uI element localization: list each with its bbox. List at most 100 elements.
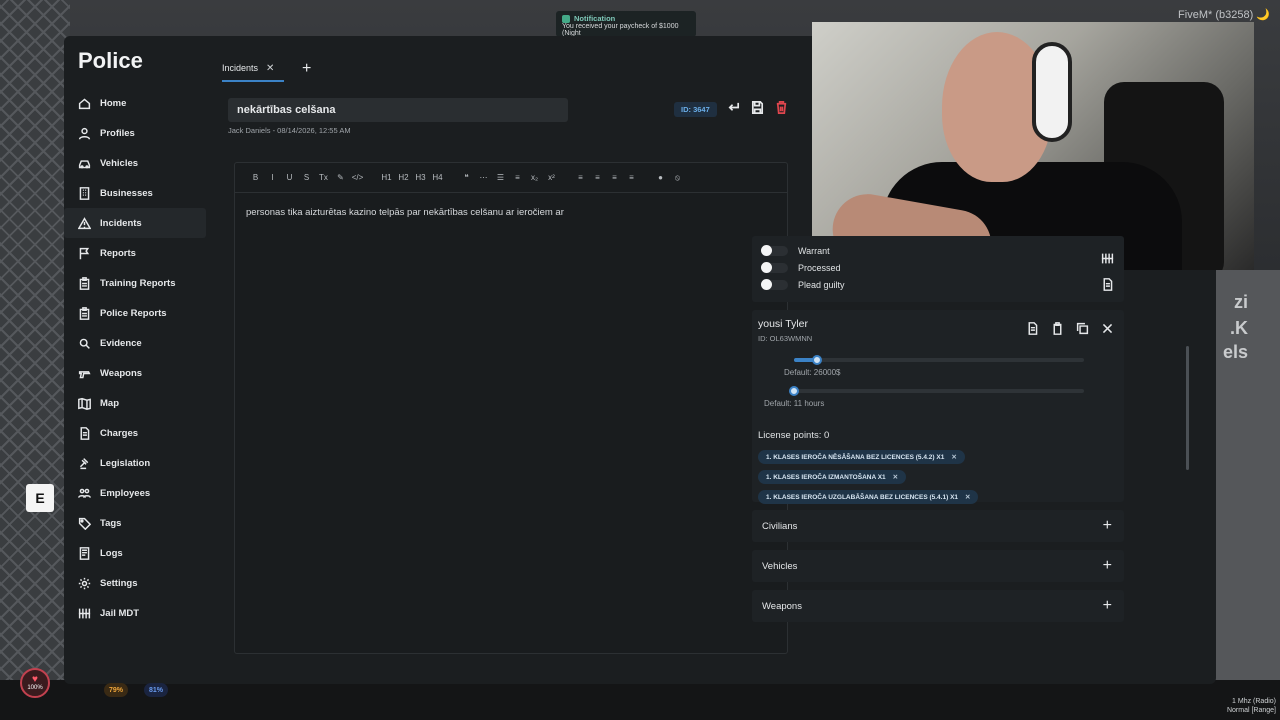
tab-bar: Incidents ✕ + bbox=[222, 56, 311, 82]
sidebar-item-vehicles[interactable]: Vehicles bbox=[64, 148, 210, 178]
jail-slider[interactable] bbox=[789, 386, 1084, 396]
webcam-overlay bbox=[812, 22, 1254, 270]
sidebar-item-training-reports[interactable]: Training Reports bbox=[64, 268, 210, 298]
sidebar-item-jail-mdt[interactable]: Jail MDT bbox=[64, 598, 210, 628]
sidebar-item-incidents[interactable]: Incidents bbox=[64, 208, 206, 238]
toolbar-button[interactable]: H4 bbox=[429, 173, 446, 182]
copy-icon[interactable] bbox=[1076, 322, 1089, 340]
notification-title: Notification bbox=[574, 14, 616, 23]
section-civilians[interactable]: Civilians + bbox=[752, 510, 1124, 542]
jail-icon bbox=[78, 607, 91, 620]
toolbar-button[interactable]: B bbox=[247, 173, 264, 182]
fivem-build-tag: FiveM* (b3258) 🌙 bbox=[1178, 9, 1270, 21]
gavel-icon bbox=[78, 457, 91, 470]
delete-icon[interactable] bbox=[774, 100, 789, 120]
sidebar-item-logs[interactable]: Logs bbox=[64, 538, 210, 568]
toolbar-button[interactable]: ≡ bbox=[509, 173, 526, 182]
toolbar-button[interactable]: H2 bbox=[395, 173, 412, 182]
incident-title-input[interactable] bbox=[228, 98, 568, 122]
incident-body-text[interactable]: personas tika aizturētas kazino telpās p… bbox=[235, 193, 787, 232]
remove-charge-icon[interactable]: ✕ bbox=[951, 453, 956, 461]
incident-editor[interactable]: B I U S Tx ✎ </> H1 H2 H3 H4 ❝ ⋯ ☰ ≡ x₂ x² ≡ ≡ ≡ ≡ ● ⦸ persona… bbox=[234, 162, 788, 654]
jail-icon[interactable] bbox=[1101, 252, 1114, 270]
jail-slider-knob[interactable] bbox=[789, 386, 799, 396]
toolbar-button[interactable]: I bbox=[264, 173, 281, 182]
charge-label: 1. KLASES IEROČA IZMANTOŠANA X1 bbox=[766, 473, 886, 481]
charge-label: 1. KLASES IEROČA NĒSĀŠANA BEZ LICENCES (… bbox=[766, 453, 945, 461]
tab-close-icon[interactable]: ✕ bbox=[266, 63, 274, 74]
sidebar-item-weapons[interactable]: Weapons bbox=[64, 358, 210, 388]
sidebar-item-map[interactable]: Map bbox=[64, 388, 210, 418]
toolbar-button[interactable]: ≡ bbox=[623, 173, 640, 182]
tab-incidents[interactable]: Incidents ✕ bbox=[222, 57, 284, 82]
toolbar-button[interactable]: Tx bbox=[315, 173, 332, 182]
sidebar-item-charges[interactable]: Charges bbox=[64, 418, 210, 448]
toolbar-button[interactable]: ✎ bbox=[332, 173, 349, 182]
toggle-switch[interactable] bbox=[761, 245, 788, 256]
toggle-label: Warrant bbox=[798, 246, 830, 256]
toolbar-button[interactable]: S bbox=[298, 173, 315, 182]
sidebar-item-legislation[interactable]: Legislation bbox=[64, 448, 210, 478]
fine-slider[interactable] bbox=[794, 355, 1084, 365]
toggle-warrant[interactable]: Warrant bbox=[761, 245, 830, 256]
return-icon[interactable] bbox=[726, 100, 741, 120]
sidebar-item-label: Profiles bbox=[100, 127, 135, 139]
clipboard-icon[interactable] bbox=[1051, 322, 1064, 340]
magnifier-icon bbox=[78, 337, 91, 350]
remove-charge-icon[interactable]: ✕ bbox=[893, 473, 898, 481]
toolbar-button[interactable]: ❝ bbox=[458, 173, 475, 182]
plus-icon[interactable]: + bbox=[1103, 557, 1112, 575]
charge-chip: 1. KLASES IEROČA NĒSĀŠANA BEZ LICENCES (… bbox=[758, 450, 965, 464]
document-icon[interactable] bbox=[1026, 322, 1039, 340]
add-tab-button[interactable]: + bbox=[302, 60, 311, 78]
fine-slider-knob[interactable] bbox=[812, 355, 823, 365]
toolbar-button[interactable]: ⋯ bbox=[475, 173, 492, 182]
weapon-icon bbox=[78, 367, 91, 380]
sidebar-item-employees[interactable]: Employees bbox=[64, 478, 210, 508]
sidebar-item-label: Tags bbox=[100, 517, 122, 529]
toolbar-button[interactable]: x² bbox=[543, 173, 560, 182]
toolbar-button[interactable]: ≡ bbox=[606, 173, 623, 182]
sidebar-item-label: Settings bbox=[100, 577, 138, 589]
ground-shadow bbox=[0, 680, 1280, 720]
sidebar-item-evidence[interactable]: Evidence bbox=[64, 328, 210, 358]
sidebar-item-police-reports[interactable]: Police Reports bbox=[64, 298, 210, 328]
sidebar-item-profiles[interactable]: Profiles bbox=[64, 118, 210, 148]
sidebar-item-settings[interactable]: Settings bbox=[64, 568, 210, 598]
sidebar-item-reports[interactable]: Reports bbox=[64, 238, 210, 268]
plus-icon[interactable]: + bbox=[1103, 517, 1112, 535]
toolbar-button[interactable]: ⦸ bbox=[669, 173, 686, 183]
save-icon[interactable] bbox=[750, 100, 765, 120]
toolbar-button[interactable]: U bbox=[281, 173, 298, 182]
plus-icon[interactable]: + bbox=[1103, 597, 1112, 615]
radio-status: 1 Mhz (Radio) Normal [Range] bbox=[1227, 697, 1276, 715]
panel-scrollbar[interactable] bbox=[1186, 346, 1189, 470]
remove-charge-icon[interactable]: ✕ bbox=[965, 493, 970, 501]
section-vehicles[interactable]: Vehicles + bbox=[752, 550, 1124, 582]
toggle-switch[interactable] bbox=[761, 279, 788, 290]
toolbar-button[interactable]: ☰ bbox=[492, 173, 509, 182]
toolbar-button[interactable]: ● bbox=[652, 173, 669, 182]
toolbar-button[interactable]: H3 bbox=[412, 173, 429, 182]
section-weapons[interactable]: Weapons + bbox=[752, 590, 1124, 622]
toolbar-button[interactable]: ≡ bbox=[589, 173, 606, 182]
sidebar-item-label: Weapons bbox=[100, 367, 143, 379]
toggle-processed[interactable]: Processed bbox=[761, 262, 841, 273]
toolbar-button[interactable]: H1 bbox=[378, 173, 395, 182]
status-actions bbox=[1101, 252, 1114, 296]
toggle-switch[interactable] bbox=[761, 262, 788, 273]
toolbar-button[interactable]: ≡ bbox=[572, 173, 589, 182]
close-icon[interactable] bbox=[1101, 322, 1114, 340]
tag-icon bbox=[78, 517, 91, 530]
sidebar-item-tags[interactable]: Tags bbox=[64, 508, 210, 538]
sidebar-item-home[interactable]: Home bbox=[64, 88, 210, 118]
toolbar-button[interactable]: x₂ bbox=[526, 173, 543, 182]
headphones-image bbox=[1032, 42, 1072, 142]
toggle-plead-guilty[interactable]: Plead guilty bbox=[761, 279, 845, 290]
document-icon[interactable] bbox=[1101, 278, 1114, 296]
fence-background bbox=[0, 0, 70, 720]
toolbar-button[interactable]: </> bbox=[349, 173, 366, 182]
sidebar-item-businesses[interactable]: Businesses bbox=[64, 178, 210, 208]
radio-frequency: 1 Mhz (Radio) bbox=[1232, 698, 1276, 705]
map-icon bbox=[78, 397, 91, 410]
